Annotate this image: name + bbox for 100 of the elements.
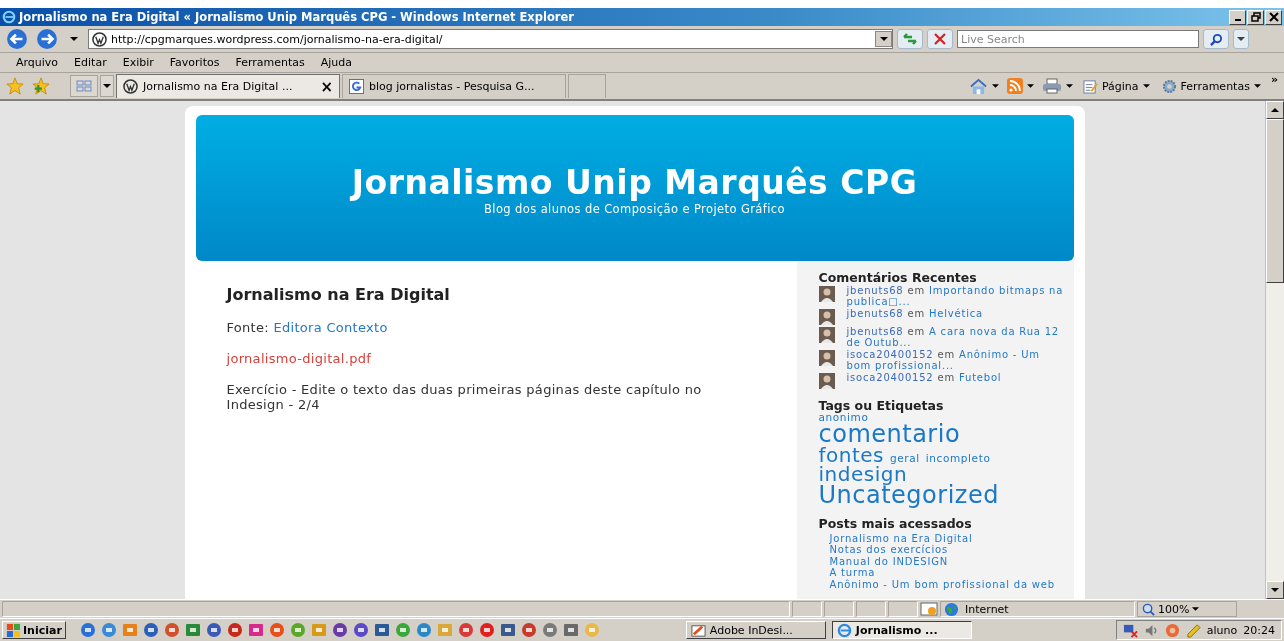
page-icon <box>1082 78 1098 94</box>
app-icon[interactable] <box>394 622 411 638</box>
zoom-icon <box>1142 602 1155 616</box>
app-icon[interactable] <box>142 622 159 638</box>
file-link[interactable]: jornalismo-digital.pdf <box>226 351 372 366</box>
browser-tab[interactable]: blog jornalistas - Pesquisa G... <box>342 74 566 98</box>
tools-menu-button[interactable]: Ferramentas <box>1159 78 1263 94</box>
app-icon[interactable] <box>478 622 495 638</box>
refresh-arrows-icon <box>902 33 918 45</box>
shield-icon[interactable] <box>1164 622 1180 638</box>
forward-button[interactable] <box>34 28 60 50</box>
app-icon[interactable] <box>331 622 348 638</box>
restore-icon <box>1250 12 1261 22</box>
tag-link[interactable]: fontes <box>818 445 885 465</box>
menu-item[interactable]: Favoritos <box>161 56 228 69</box>
comment-entry[interactable]: isoca20400152 em Anônimo - Um bom profissional... <box>846 349 1068 371</box>
popular-post-link[interactable]: Notas dos exercícios <box>818 544 1068 556</box>
app-icon[interactable] <box>520 622 537 638</box>
network-icon[interactable] <box>1122 622 1138 638</box>
close-tab-button[interactable]: × <box>320 77 333 96</box>
close-icon <box>934 33 946 45</box>
caret-icon[interactable] <box>70 37 78 41</box>
home-icon[interactable] <box>968 77 988 95</box>
tag-link[interactable]: incompleto <box>925 453 991 464</box>
refresh-button[interactable] <box>897 29 923 49</box>
source-link[interactable]: Editora Contexto <box>273 320 388 335</box>
search-button[interactable] <box>1203 29 1229 49</box>
minimize-button[interactable] <box>1229 9 1246 25</box>
search-options-button[interactable] <box>1233 29 1249 49</box>
popular-post-link[interactable]: Anônimo - Um bom profissional da web <box>818 578 1068 591</box>
back-button[interactable] <box>4 28 30 50</box>
blog-tagline: Blog dos alunos de Composição e Projeto Gráfico <box>484 202 785 216</box>
page-menu-button[interactable]: Página <box>1080 78 1152 94</box>
star-icon[interactable] <box>6 77 24 95</box>
avatar-icon <box>818 350 835 366</box>
menu-item[interactable]: Editar <box>66 56 115 69</box>
avatar-icon <box>818 373 835 389</box>
windows-flag-icon <box>6 622 21 638</box>
app-icon[interactable] <box>268 622 285 638</box>
tab-list-button[interactable] <box>100 75 114 97</box>
menu-item[interactable]: Exibir <box>114 56 162 69</box>
tag-link[interactable]: indesign <box>818 464 1059 484</box>
popular-post-link[interactable]: A turma <box>818 567 1068 579</box>
app-icon[interactable] <box>289 622 306 638</box>
popular-post-link[interactable]: Manual do INDESIGN <box>818 555 1068 568</box>
zoom-button[interactable]: 100% <box>1137 601 1237 617</box>
printer-icon[interactable] <box>1041 78 1062 94</box>
taskbar-window-button[interactable]: Adobe InDesi... <box>685 621 826 639</box>
app-icon[interactable] <box>247 622 264 638</box>
taskbar-window-button[interactable]: Jornalismo ... <box>831 621 972 639</box>
caret-icon[interactable] <box>1065 84 1073 88</box>
tag-link[interactable]: anonimo <box>818 413 869 423</box>
app-icon[interactable] <box>457 622 474 638</box>
app-icon[interactable] <box>562 622 579 638</box>
caret-icon[interactable] <box>991 84 999 88</box>
app-icon[interactable] <box>100 622 117 638</box>
comment-entry[interactable]: jbenuts68 em A cara nova da Rua 12 de Outub... <box>846 326 1068 348</box>
app-icon[interactable] <box>373 622 390 638</box>
tag-link[interactable]: Uncategorized <box>818 483 1059 507</box>
menu-item[interactable]: Ajuda <box>312 56 361 69</box>
app-icon[interactable] <box>226 622 243 638</box>
pencil-icon[interactable] <box>1185 622 1201 638</box>
app-icon[interactable] <box>79 622 96 638</box>
address-field[interactable]: http://cpgmarques.wordpress.com/jornalismo-na-era-digital/ <box>88 29 893 49</box>
minimize-icon <box>1234 19 1241 21</box>
tag-link[interactable]: geral <box>890 453 920 464</box>
more-button[interactable]: » <box>1270 73 1278 86</box>
app-icon[interactable] <box>499 622 516 638</box>
app-icon[interactable] <box>352 622 369 638</box>
comment-entry[interactable]: jbenuts68 em Helvética <box>846 308 983 319</box>
browser-tab[interactable]: Jornalismo na Era Digital ... × <box>116 74 340 98</box>
app-icon[interactable] <box>184 622 201 638</box>
menu-item[interactable]: Ferramentas <box>227 56 313 69</box>
caret-icon[interactable] <box>1026 84 1034 88</box>
post-title[interactable]: Jornalismo na Era Digital <box>226 285 735 304</box>
section-heading: Comentários Recentes <box>818 271 978 285</box>
comment-entry[interactable]: jbenuts68 em Importando bitmaps na publica□... <box>846 285 1068 307</box>
caret-icon <box>1142 84 1150 88</box>
dropdown-button[interactable] <box>875 31 892 47</box>
status-panel <box>888 601 918 617</box>
comment-entry[interactable]: isoca20400152 em Futebol <box>846 372 1002 383</box>
vertical-scrollbar[interactable] <box>1265 101 1284 599</box>
app-icon[interactable] <box>205 622 222 638</box>
up-arrow-icon[interactable] <box>1271 108 1279 112</box>
popular-post-link[interactable]: Jornalismo na Era Digital <box>818 532 1068 545</box>
close-button[interactable] <box>1265 9 1282 25</box>
down-arrow-icon[interactable] <box>1271 588 1279 592</box>
start-button[interactable]: Iniciar <box>2 621 66 639</box>
restore-button[interactable] <box>1247 9 1264 25</box>
app-icon[interactable] <box>163 622 180 638</box>
app-icon[interactable] <box>121 622 138 638</box>
tag-link[interactable]: comentario <box>818 422 1059 446</box>
add-favorite-icon[interactable] <box>32 77 50 95</box>
menu-item[interactable]: Arquivo <box>8 56 67 69</box>
stop-button[interactable] <box>927 29 953 49</box>
search-field[interactable]: Live Search <box>957 30 1199 48</box>
app-icon[interactable] <box>415 622 432 638</box>
search-icon <box>1209 32 1223 46</box>
app-icon[interactable] <box>541 622 558 638</box>
grid-icon <box>76 80 92 92</box>
